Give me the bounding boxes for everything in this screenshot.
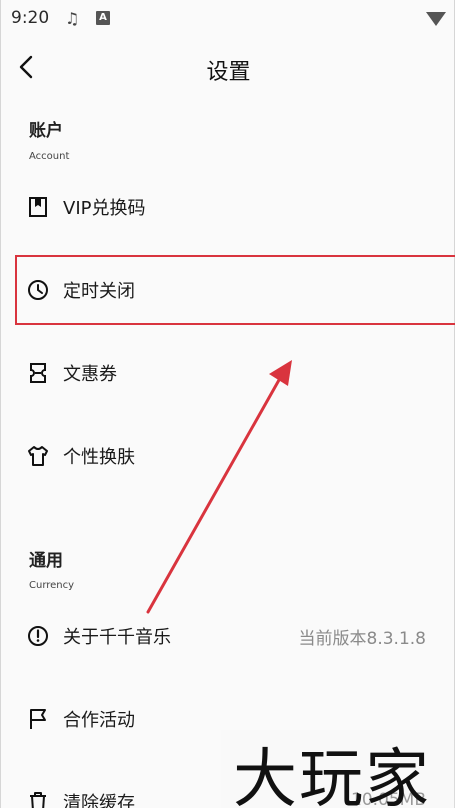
- row-label: VIP兑换码: [63, 198, 146, 219]
- section-title-general: 通用: [29, 551, 63, 571]
- section-title-account: 账户: [29, 121, 63, 141]
- version-value: 当前版本8.3.1.8: [298, 629, 426, 649]
- row-label: 清除缓存: [63, 793, 135, 808]
- row-label: 关于千千音乐: [63, 627, 171, 648]
- section-subtitle-general: Currency: [29, 580, 75, 591]
- row-about[interactable]: 关于千千音乐 当前版本8.3.1.8: [1, 601, 455, 671]
- section-subtitle-account: Account: [29, 151, 70, 162]
- accessibility-a-icon: A: [96, 11, 110, 25]
- status-bar: 9:20 ♫ A: [1, 0, 455, 36]
- row-sleep-timer[interactable]: 定时关闭: [1, 255, 455, 325]
- signal-icon: [426, 12, 446, 26]
- trash-icon: [30, 792, 46, 808]
- watermark: 大玩家: [233, 743, 431, 808]
- shirt-icon: [28, 446, 48, 466]
- bookmark-icon: [29, 197, 47, 217]
- header: 设置: [1, 44, 455, 92]
- music-note-icon: ♫: [65, 9, 80, 28]
- page-title: 设置: [206, 60, 251, 85]
- row-skin[interactable]: 个性换肤: [1, 421, 455, 491]
- row-label: 定时关闭: [63, 281, 135, 302]
- info-icon: [28, 626, 48, 646]
- status-time: 9:20: [11, 8, 50, 28]
- clock-icon: [28, 280, 48, 300]
- row-label: 文惠券: [63, 364, 117, 385]
- flag-icon: [30, 709, 46, 729]
- ticket-icon: [30, 363, 46, 383]
- row-vip-code[interactable]: VIP兑换码: [1, 172, 455, 242]
- row-label: 个性换肤: [63, 447, 135, 468]
- row-coupon[interactable]: 文惠券: [1, 338, 455, 408]
- row-label: 合作活动: [63, 710, 135, 731]
